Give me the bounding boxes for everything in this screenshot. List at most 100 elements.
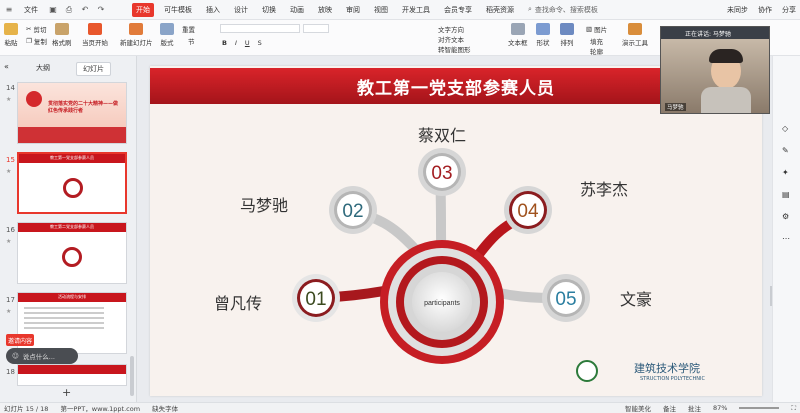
node-04[interactable]: 04 [504, 186, 552, 234]
status-bar: 幻灯片 15 / 18 第一PPT，www.1ppt.com 缺失字体 智能美化… [0, 402, 800, 413]
font-size-select[interactable] [303, 24, 329, 33]
slide-thumbnail-14[interactable]: 贯彻落实党的二十大精神——做红色传承践行者 [17, 82, 127, 144]
layout-icon [160, 23, 174, 35]
collab-button[interactable]: 协作 [758, 5, 772, 15]
tab-review[interactable]: 审阅 [342, 3, 364, 17]
node-03[interactable]: 03 [418, 148, 466, 196]
save-icon[interactable]: ▣ [48, 5, 58, 15]
more-tool-icon[interactable]: ⋯ [782, 234, 790, 243]
add-slide-icon[interactable]: + [62, 386, 71, 399]
zoom-level[interactable]: 87% [713, 404, 727, 412]
current-slide[interactable]: 教工第一党支部参赛人员 participants 01 02 03 04 05 … [150, 66, 762, 396]
slide-number: 16 [6, 226, 15, 234]
copy-button[interactable]: ❐ 复制 [26, 36, 47, 46]
paste-button[interactable]: 粘贴 [4, 23, 18, 47]
sync-status[interactable]: 未同步 [727, 5, 748, 15]
menu-icon[interactable]: ≡ [4, 5, 14, 15]
tab-developer[interactable]: 开发工具 [398, 3, 434, 17]
format-painter-button[interactable]: 格式刷 [52, 23, 72, 47]
zoom-slider[interactable] [739, 407, 780, 409]
tab-transition[interactable]: 切换 [258, 3, 280, 17]
brush-icon [54, 23, 69, 35]
thumb-title: 教工第二党支部参赛人员 [50, 224, 94, 229]
new-slide-button[interactable]: 新建幻灯片 [120, 23, 153, 47]
node-02[interactable]: 02 [329, 186, 377, 234]
slide-number: 15 [6, 156, 15, 164]
arrange-button[interactable]: 排列 [560, 23, 574, 47]
picture-button[interactable]: ▧ 图片 [586, 24, 607, 34]
section-button[interactable]: 节 [188, 36, 195, 46]
fit-window-icon[interactable]: ⛶ [791, 404, 796, 413]
paste-icon [4, 23, 18, 35]
tab-docer[interactable]: 稻壳资源 [482, 3, 518, 17]
shape-tool-icon[interactable]: ◇ [782, 124, 788, 133]
tab-member[interactable]: 会员专享 [440, 3, 476, 17]
collapse-icon[interactable]: « [4, 62, 9, 71]
node-01[interactable]: 01 [292, 274, 340, 322]
settings-tool-icon[interactable]: ⚙ [782, 212, 789, 221]
chat-input[interactable]: ☺ 说点什么... [6, 348, 78, 364]
node-number: 05 [555, 289, 576, 310]
smart-beautify-button[interactable]: 智能美化 [625, 403, 651, 413]
presenter-icon [628, 23, 642, 35]
font-name-select[interactable] [220, 24, 300, 33]
invite-button[interactable]: 邀请内容 [6, 334, 34, 346]
print-icon[interactable]: ⎙ [64, 5, 74, 15]
tab-insert[interactable]: 插入 [202, 3, 224, 17]
font-style-group: BIUS [222, 39, 262, 47]
redo-icon[interactable]: ↷ [96, 5, 106, 15]
tab-template[interactable]: 可牛模板 [160, 3, 196, 17]
tab-design[interactable]: 设计 [230, 3, 252, 17]
speaker-hair [709, 49, 743, 63]
tab-slideshow[interactable]: 放映 [314, 3, 336, 17]
shape-button[interactable]: 形状 [536, 23, 550, 47]
comments-button[interactable]: 批注 [688, 403, 701, 413]
video-window[interactable]: 正在讲话: 马梦驰 马梦驰 [660, 26, 770, 114]
thumb-lines [24, 307, 104, 309]
tab-home[interactable]: 开始 [132, 2, 154, 17]
panel-scrollbar[interactable] [130, 356, 134, 396]
party-emblem-icon [26, 91, 42, 107]
participant-name-03: 蔡双仁 [418, 126, 467, 145]
italic-icon[interactable]: I [235, 39, 237, 47]
textbox-icon [510, 23, 525, 35]
textbox-button[interactable]: 文本框 [508, 23, 528, 47]
strikethrough-icon[interactable]: S [258, 39, 262, 47]
fill-button[interactable]: 填充 [590, 36, 603, 46]
notes-button[interactable]: 备注 [663, 403, 676, 413]
file-menu[interactable]: 文件 [20, 3, 42, 17]
tab-view[interactable]: 视图 [370, 3, 392, 17]
align-text-button[interactable]: 对齐文本 [438, 34, 464, 44]
slide-thumbnail-16[interactable]: 教工第二党支部参赛人员 [17, 222, 127, 284]
layout-tool-icon[interactable]: ▤ [782, 190, 790, 199]
share-button[interactable]: 分享 [782, 5, 796, 15]
command-search[interactable]: ⌕ 查找命令、搜索模板 [528, 5, 598, 15]
outline-button[interactable]: 轮廓 [590, 46, 603, 56]
thumb-title: 教工第一党支部参赛人员 [50, 155, 94, 160]
presenter-tools-button[interactable]: 演示工具 [622, 23, 648, 47]
style-tool-icon[interactable]: ✎ [782, 146, 789, 155]
slide-number: 17 [6, 296, 15, 304]
search-icon: ⌕ [528, 5, 532, 13]
tab-outline[interactable]: 大纲 [30, 62, 56, 76]
tab-animation[interactable]: 动画 [286, 3, 308, 17]
titlebar-right: 未同步 协作 分享 [727, 5, 796, 15]
convert-smartart-button[interactable]: 转智能图形 [438, 44, 471, 54]
slide-thumbnail-15[interactable]: 教工第一党支部参赛人员 [17, 152, 127, 214]
missing-font-button[interactable]: 缺失字体 [152, 403, 178, 413]
reset-button[interactable]: 重置 [182, 24, 195, 34]
cut-button[interactable]: ✂ 剪切 [26, 24, 46, 34]
underline-icon[interactable]: U [245, 39, 250, 47]
slide-number: 14 [6, 84, 15, 92]
shape-icon [536, 23, 550, 35]
from-start-button[interactable]: 当页开始 [82, 23, 108, 47]
animation-tool-icon[interactable]: ✦ [782, 168, 789, 177]
text-direction-button[interactable]: 文字方向 [438, 24, 464, 34]
participants-diagram: participants 01 02 03 04 05 [292, 148, 590, 364]
node-05[interactable]: 05 [542, 274, 590, 322]
tab-slides[interactable]: 幻灯片 [76, 62, 111, 76]
undo-icon[interactable]: ↶ [80, 5, 90, 15]
layout-button[interactable]: 版式 [160, 23, 174, 47]
bold-icon[interactable]: B [222, 39, 227, 47]
thumb-title: 活动流程与安排 [58, 294, 86, 299]
